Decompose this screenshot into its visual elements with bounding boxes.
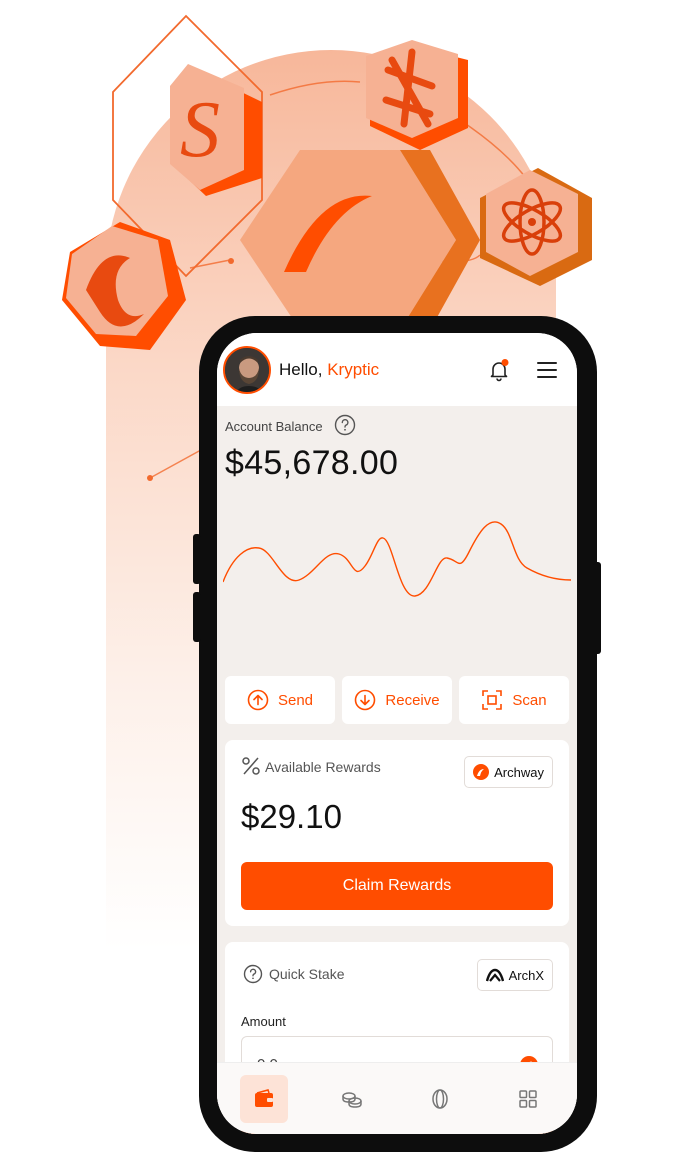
hamburger-menu-icon[interactable]: [535, 360, 559, 380]
send-button[interactable]: Send: [225, 676, 335, 724]
claim-rewards-button[interactable]: Claim Rewards: [241, 862, 553, 910]
network-selector[interactable]: Archway: [464, 756, 553, 788]
coins-icon: [342, 1092, 362, 1108]
receive-label: Receive: [385, 691, 440, 709]
account-balance-label: Account Balance: [225, 419, 323, 434]
scan-frame-icon: [482, 690, 503, 710]
phone-power-button: [593, 562, 601, 654]
token-label: ArchX: [508, 967, 544, 983]
send-label: Send: [277, 691, 314, 709]
bell-icon[interactable]: [487, 358, 511, 382]
nav-coin[interactable]: [416, 1075, 464, 1123]
phone-side-button: [193, 592, 201, 642]
scan-button[interactable]: Scan: [459, 676, 569, 724]
help-icon[interactable]: [243, 964, 263, 984]
rewards-title: Available Rewards: [265, 759, 381, 775]
network-label: Archway: [494, 764, 544, 780]
receive-button[interactable]: Receive: [342, 676, 452, 724]
grid-icon: [519, 1090, 537, 1108]
app-header: Hello, Kryptic: [217, 333, 577, 406]
amount-label: Amount: [241, 1014, 286, 1029]
scan-label: Scan: [512, 691, 547, 709]
username: Kryptic: [327, 360, 380, 379]
bottom-navigation: [217, 1062, 577, 1134]
help-icon[interactable]: [334, 414, 356, 436]
quick-stake-title: Quick Stake: [269, 966, 345, 982]
account-balance-value: $45,678.00: [225, 444, 399, 482]
arrow-up-circle-icon: [247, 689, 269, 711]
s-token-glyph: S: [180, 86, 220, 174]
archx-logo-icon: [485, 968, 504, 982]
archway-logo-icon: [473, 764, 490, 780]
phone-side-button: [193, 534, 201, 584]
rewards-value: $29.10: [241, 798, 342, 835]
app-screen: Hello, Kryptic Account Balance $45,678.0…: [217, 333, 577, 1134]
nav-coins[interactable]: [328, 1075, 376, 1123]
available-rewards-card: Available Rewards Archway $29.10 Claim R…: [225, 740, 569, 926]
balance-sparkline: [223, 521, 571, 597]
arrow-down-circle-icon: [355, 689, 376, 711]
wallet-icon: [255, 1089, 273, 1107]
nav-apps[interactable]: [504, 1075, 552, 1123]
token-selector[interactable]: ArchX: [476, 959, 553, 991]
dashboard-panel: Account Balance $45,678.00 Send Receive …: [217, 406, 577, 1134]
percent-icon: [242, 757, 260, 775]
coin-icon: [432, 1089, 448, 1109]
avatar[interactable]: [223, 346, 271, 394]
greeting: Hello, Kryptic: [279, 360, 380, 379]
nav-wallet[interactable]: [240, 1075, 288, 1123]
quick-actions: Send Receive Scan: [225, 676, 569, 724]
